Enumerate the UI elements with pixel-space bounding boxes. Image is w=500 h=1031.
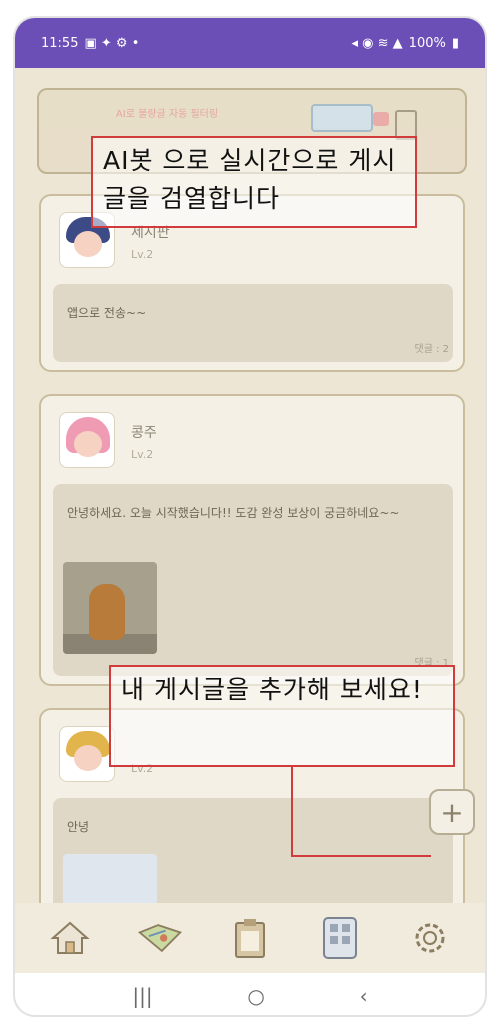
avatar [59,726,115,782]
notification-icons: ▣ ✦ ⚙ • [84,35,140,51]
back-button[interactable]: ‹ [360,984,368,1008]
post-text: 안녕하세요. 오늘 시작했습니다!! 도감 완성 보상이 궁금하네요~~ [67,506,400,520]
annotation-connector-vertical [291,767,293,857]
feed[interactable]: AI로 불량글 자동 필터링 제시판 Lv.2 앱으로 전송~~ 댓글 : 2 … [15,68,485,903]
home-icon[interactable] [46,914,94,962]
system-nav: ||| ○ ‹ [15,973,485,1015]
post-body: 안녕 [53,798,453,903]
map-icon[interactable] [136,914,184,962]
avatar-face [74,231,102,257]
post-photo[interactable] [63,562,157,654]
post-body: 앱으로 전송~~ [53,284,453,362]
banner-text: AI로 불량글 자동 필터링 [115,109,219,120]
photo-cat [89,584,125,640]
annotation-top: AI봇 으로 실시간으로 게시글을 검열합니다 [91,136,417,228]
post-body: 안녕하세요. 오늘 시작했습니다!! 도감 완성 보상이 궁금하네요~~ [53,484,453,676]
home-button[interactable]: ○ [247,984,264,1008]
post-comment-count: 댓글 : 2 [414,344,450,355]
annotation-connector-horizontal [291,855,431,857]
avatar-face [74,431,102,457]
status-time: 11:55 [41,35,79,51]
post-text: 앱으로 전송~~ [67,306,147,320]
status-bar: 11:55 ▣ ✦ ⚙ • ◂ ◉ ≋ ▲ 100% ▮ [15,18,485,68]
post-username: 콩주 [131,425,157,441]
annotation-bottom: 내 게시글을 추가해 보세요! [109,665,455,767]
post-text: 안녕 [67,820,90,834]
settings-icon[interactable] [406,914,454,962]
signal-icons: ◂ ◉ ≋ ▲ [351,35,403,51]
post-level: Lv.2 [131,448,154,461]
bottom-nav [15,903,485,973]
recents-button[interactable]: ||| [132,984,152,1008]
collection-icon[interactable] [316,914,364,962]
post-photo[interactable] [63,854,157,903]
clipboard-icon[interactable] [226,914,274,962]
phone-frame: 11:55 ▣ ✦ ⚙ • ◂ ◉ ≋ ▲ 100% ▮ AI로 불량글 자동 … [13,16,487,1017]
battery-icon: ▮ [451,35,459,51]
bot-illustration [311,104,389,132]
post-level: Lv.2 [131,248,154,261]
avatar-face [74,745,102,771]
post-card[interactable]: 콩주 Lv.2 안녕하세요. 오늘 시작했습니다!! 도감 완성 보상이 궁금하… [39,394,465,686]
battery-text: 100% [408,35,446,51]
avatar [59,412,115,468]
add-post-button[interactable]: + [429,789,475,835]
